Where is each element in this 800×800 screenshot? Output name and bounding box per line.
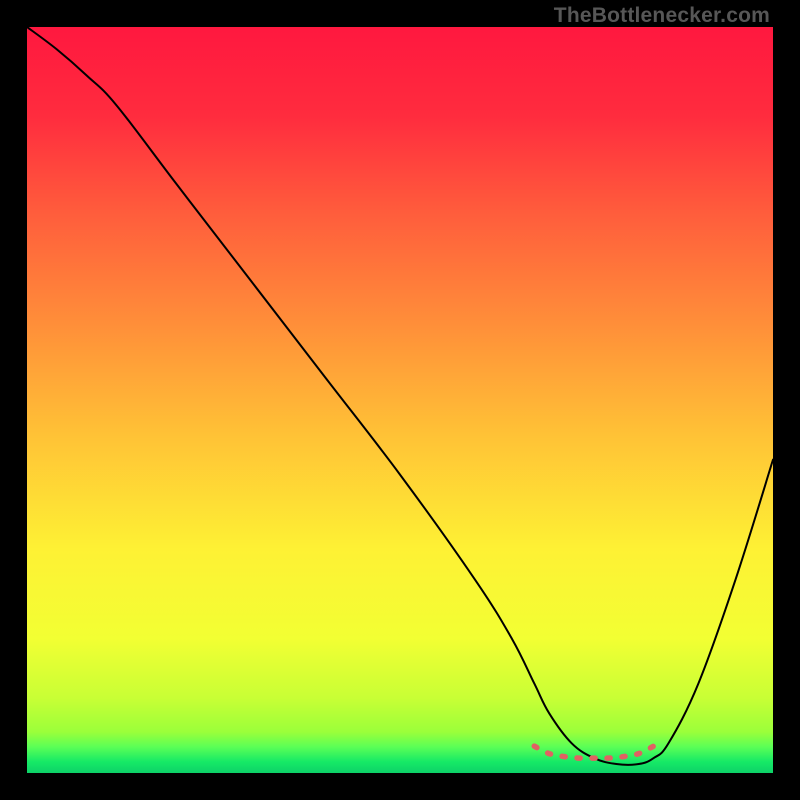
watermark-text: TheBottlenecker.com [554,4,770,28]
gradient-background [27,27,773,773]
chart-frame [27,27,773,773]
chart-plot [27,27,773,773]
